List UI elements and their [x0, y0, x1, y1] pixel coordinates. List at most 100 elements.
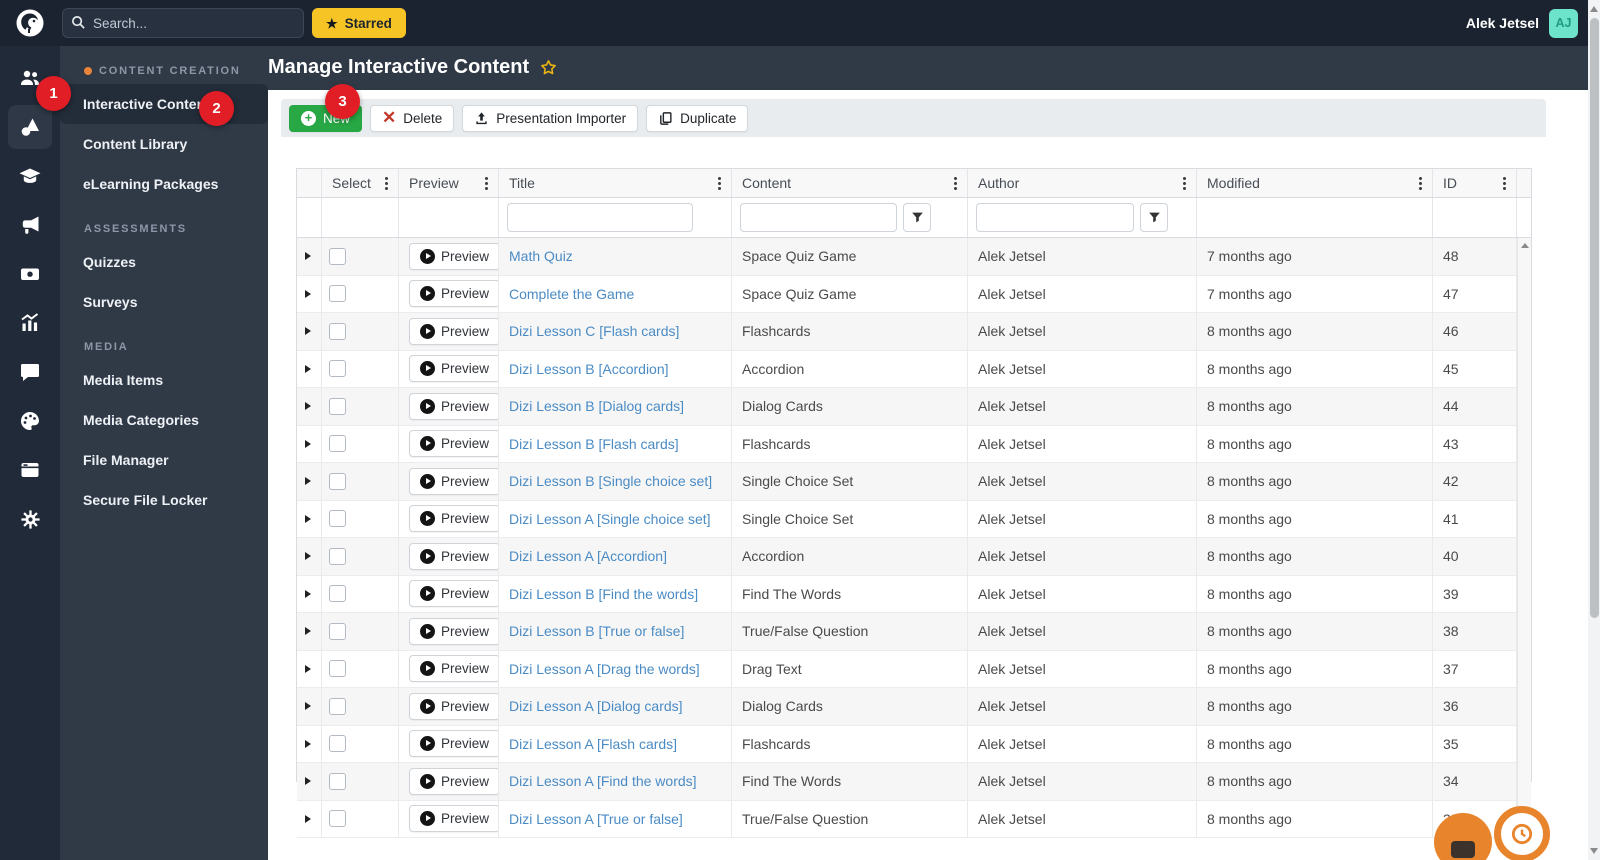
rail-palette-icon[interactable] [8, 399, 52, 443]
expand-caret-icon[interactable] [305, 477, 311, 486]
delete-button[interactable]: ✕ Delete [370, 104, 455, 132]
column-menu-icon[interactable] [1500, 174, 1509, 193]
preview-button[interactable]: Preview [409, 505, 498, 533]
scrollbar-thumb[interactable] [1589, 18, 1599, 618]
column-menu-icon[interactable] [951, 174, 960, 193]
row-checkbox[interactable] [329, 472, 346, 490]
row-checkbox[interactable] [329, 247, 346, 265]
content-title-link[interactable]: Dizi Lesson B [Dialog cards] [509, 398, 684, 414]
content-title-link[interactable]: Dizi Lesson B [Single choice set] [509, 473, 712, 489]
column-menu-icon[interactable] [715, 174, 724, 193]
sidebar-item-interactive-content[interactable]: Interactive Content [60, 84, 268, 124]
content-title-link[interactable]: Dizi Lesson A [Dialog cards] [509, 698, 683, 714]
content-title-link[interactable]: Dizi Lesson B [Flash cards] [509, 436, 679, 452]
content-title-link[interactable]: Dizi Lesson A [True or false] [509, 811, 683, 827]
expand-caret-icon[interactable] [305, 289, 311, 298]
scroll-up-icon[interactable] [1521, 243, 1529, 248]
rail-settings-icon[interactable] [8, 497, 52, 541]
header-author[interactable]: Author [968, 169, 1197, 197]
header-content[interactable]: Content [732, 169, 968, 197]
rail-window-icon[interactable] [8, 448, 52, 492]
preview-button[interactable]: Preview [409, 730, 498, 758]
presentation-importer-button[interactable]: Presentation Importer [462, 104, 639, 132]
preview-button[interactable]: Preview [409, 317, 498, 345]
expand-caret-icon[interactable] [305, 664, 311, 673]
expand-caret-icon[interactable] [305, 552, 311, 561]
author-filter-funnel-button[interactable] [1140, 203, 1168, 232]
header-id[interactable]: ID [1433, 169, 1517, 197]
duplicate-button[interactable]: Duplicate [646, 104, 749, 132]
search-input[interactable] [62, 8, 304, 38]
column-menu-icon[interactable] [382, 174, 391, 193]
content-title-link[interactable]: Dizi Lesson C [Flash cards] [509, 323, 679, 339]
rail-content-shapes-icon[interactable] [8, 105, 52, 149]
content-title-link[interactable]: Dizi Lesson B [Accordion] [509, 361, 669, 377]
scroll-up-icon[interactable] [1590, 6, 1598, 12]
preview-button[interactable]: Preview [409, 430, 498, 458]
rail-graduation-cap-icon[interactable] [8, 154, 52, 198]
row-checkbox[interactable] [329, 360, 346, 378]
rail-analytics-icon[interactable] [8, 301, 52, 345]
content-filter-funnel-button[interactable] [903, 203, 931, 232]
sidebar-item-elearning-packages[interactable]: eLearning Packages [60, 164, 268, 204]
row-checkbox[interactable] [329, 772, 346, 790]
expand-caret-icon[interactable] [305, 327, 311, 336]
column-menu-icon[interactable] [482, 174, 491, 193]
column-menu-icon[interactable] [1180, 174, 1189, 193]
preview-button[interactable]: Preview [409, 617, 498, 645]
grid-scrollbar[interactable] [1517, 238, 1531, 838]
preview-button[interactable]: Preview [409, 655, 498, 683]
rail-banknote-icon[interactable] [8, 252, 52, 296]
content-title-link[interactable]: Dizi Lesson A [Drag the words] [509, 661, 700, 677]
expand-caret-icon[interactable] [305, 739, 311, 748]
sidebar-item-media-categories[interactable]: Media Categories [60, 400, 268, 440]
preview-button[interactable]: Preview [409, 355, 498, 383]
title-filter-input[interactable] [507, 203, 693, 232]
expand-caret-icon[interactable] [305, 777, 311, 786]
favorite-star-icon[interactable] [539, 58, 558, 77]
help-fab-button[interactable] [1494, 806, 1550, 860]
preview-button[interactable]: Preview [409, 542, 498, 570]
content-title-link[interactable]: Dizi Lesson A [Flash cards] [509, 736, 677, 752]
row-checkbox[interactable] [329, 585, 346, 603]
starred-button[interactable]: ★ Starred [312, 8, 406, 38]
row-checkbox[interactable] [329, 697, 346, 715]
preview-button[interactable]: Preview [409, 467, 498, 495]
expand-caret-icon[interactable] [305, 589, 311, 598]
expand-caret-icon[interactable] [305, 627, 311, 636]
row-checkbox[interactable] [329, 810, 346, 828]
preview-button[interactable]: Preview [409, 392, 498, 420]
column-menu-icon[interactable] [1416, 174, 1425, 193]
row-checkbox[interactable] [329, 735, 346, 753]
row-checkbox[interactable] [329, 547, 346, 565]
row-checkbox[interactable] [329, 622, 346, 640]
rail-megaphone-icon[interactable] [8, 203, 52, 247]
header-modified[interactable]: Modified [1197, 169, 1433, 197]
preview-button[interactable]: Preview [409, 242, 498, 270]
content-title-link[interactable]: Dizi Lesson A [Accordion] [509, 548, 667, 564]
sidebar-item-media-items[interactable]: Media Items [60, 360, 268, 400]
logo-elephant-icon[interactable] [13, 6, 47, 40]
content-title-link[interactable]: Dizi Lesson B [Find the words] [509, 586, 698, 602]
preview-button[interactable]: Preview [409, 280, 498, 308]
expand-caret-icon[interactable] [305, 702, 311, 711]
sidebar-item-content-library[interactable]: Content Library [60, 124, 268, 164]
page-scrollbar[interactable] [1588, 0, 1600, 860]
content-filter-input[interactable] [740, 203, 897, 232]
content-title-link[interactable]: Math Quiz [509, 248, 573, 264]
expand-caret-icon[interactable] [305, 439, 311, 448]
preview-button[interactable]: Preview [409, 580, 498, 608]
row-checkbox[interactable] [329, 435, 346, 453]
rail-chat-icon[interactable] [8, 350, 52, 394]
row-checkbox[interactable] [329, 322, 346, 340]
header-title[interactable]: Title [499, 169, 732, 197]
avatar[interactable]: AJ [1549, 8, 1578, 38]
preview-button[interactable]: Preview [409, 805, 498, 833]
row-checkbox[interactable] [329, 510, 346, 528]
row-checkbox[interactable] [329, 285, 346, 303]
expand-caret-icon[interactable] [305, 252, 311, 261]
sidebar-item-surveys[interactable]: Surveys [60, 282, 268, 322]
expand-caret-icon[interactable] [305, 402, 311, 411]
author-filter-input[interactable] [976, 203, 1134, 232]
header-select[interactable]: Select [322, 169, 399, 197]
